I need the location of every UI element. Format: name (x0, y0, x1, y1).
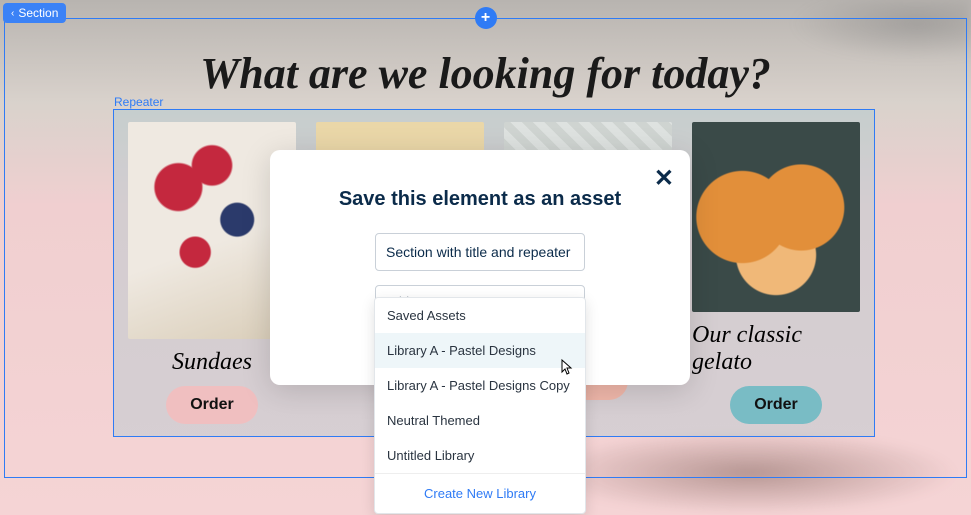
repeater-item[interactable]: Our classic gelato Order (692, 122, 860, 424)
dropdown-option-untitled-library[interactable]: Untitled Library (375, 438, 585, 473)
dropdown-option-saved-assets[interactable]: Saved Assets (375, 298, 585, 333)
order-button[interactable]: Order (166, 386, 258, 424)
modal-title: Save this element as an asset (270, 188, 690, 211)
add-section-button[interactable]: + (475, 7, 497, 29)
section-breadcrumb-tag[interactable]: ‹ Section (3, 3, 66, 23)
section-label: Section (18, 6, 58, 20)
create-new-library-link[interactable]: Create New Library (375, 473, 585, 513)
chevron-left-icon: ‹ (11, 8, 14, 19)
asset-name-input[interactable] (375, 233, 585, 271)
order-button[interactable]: Order (730, 386, 822, 424)
product-name: Our classic gelato (692, 322, 860, 376)
close-icon: ✕ (654, 165, 674, 192)
add-to-dropdown: Saved Assets Library A - Pastel Designs … (374, 297, 586, 514)
product-image (692, 122, 860, 312)
dropdown-option-library-a[interactable]: Library A - Pastel Designs (375, 333, 585, 368)
repeater-label[interactable]: Repeater (114, 95, 163, 109)
close-button[interactable]: ✕ (654, 164, 674, 193)
plus-icon: + (481, 9, 490, 27)
dropdown-option-neutral-themed[interactable]: Neutral Themed (375, 403, 585, 438)
page-title: What are we looking for today? (0, 48, 971, 99)
dropdown-option-library-a-copy[interactable]: Library A - Pastel Designs Copy (375, 368, 585, 403)
product-name: Sundaes (172, 349, 252, 376)
